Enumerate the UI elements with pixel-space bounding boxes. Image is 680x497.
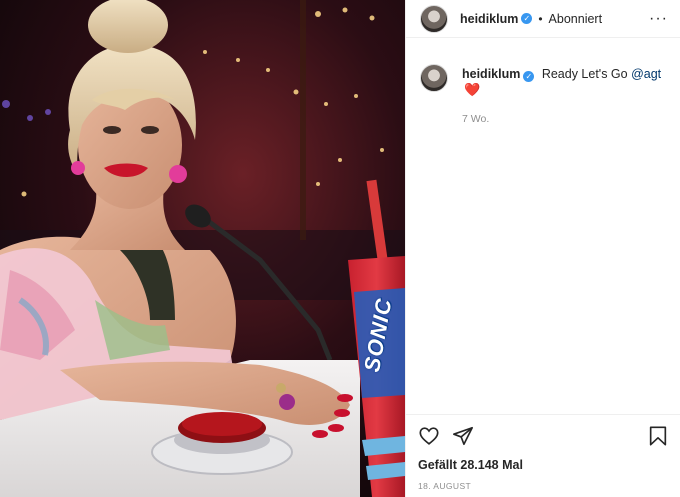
post-panel: heidiklum ✓ • Abonniert ··· heidiklum ✓ R… (405, 0, 680, 497)
action-buttons-row (418, 425, 669, 447)
caption-text: Ready Let's Go (541, 67, 628, 81)
follow-status-button[interactable]: Abonniert (549, 12, 603, 26)
sonic-cup-logo: SONIC (358, 295, 397, 374)
post-age[interactable]: 7 Wo. (462, 111, 666, 127)
likes-count[interactable]: Gefällt 28.148 Mal (418, 458, 669, 472)
author-username[interactable]: heidiklum (460, 12, 518, 26)
caption-author-avatar[interactable] (420, 64, 448, 92)
post-actions: Gefällt 28.148 Mal 18. AUGUST (406, 414, 680, 491)
post-header: heidiklum ✓ • Abonniert ··· (406, 0, 680, 38)
header-separator: • (538, 11, 543, 26)
heart-icon[interactable] (418, 425, 440, 447)
bookmark-icon[interactable] (647, 425, 669, 447)
caption-author-username[interactable]: heidiklum (462, 67, 520, 81)
author-avatar[interactable] (420, 4, 448, 33)
mention-link[interactable]: @agt (631, 67, 661, 81)
verified-badge-icon: ✓ (521, 13, 533, 24)
heart-emoji: ❤️ (464, 82, 481, 97)
post-date[interactable]: 18. AUGUST (418, 481, 669, 491)
post-photo[interactable]: SONIC (0, 0, 405, 497)
photo-illustration (0, 0, 405, 497)
caption-comment: heidiklum ✓ Ready Let's Go @agt ❤️ 7 Wo. (406, 38, 680, 127)
verified-badge-icon: ✓ (523, 71, 535, 82)
share-icon[interactable] (452, 425, 474, 447)
caption-body: heidiklum ✓ Ready Let's Go @agt ❤️ 7 Wo. (462, 66, 666, 127)
more-options-icon[interactable]: ··· (649, 10, 668, 27)
